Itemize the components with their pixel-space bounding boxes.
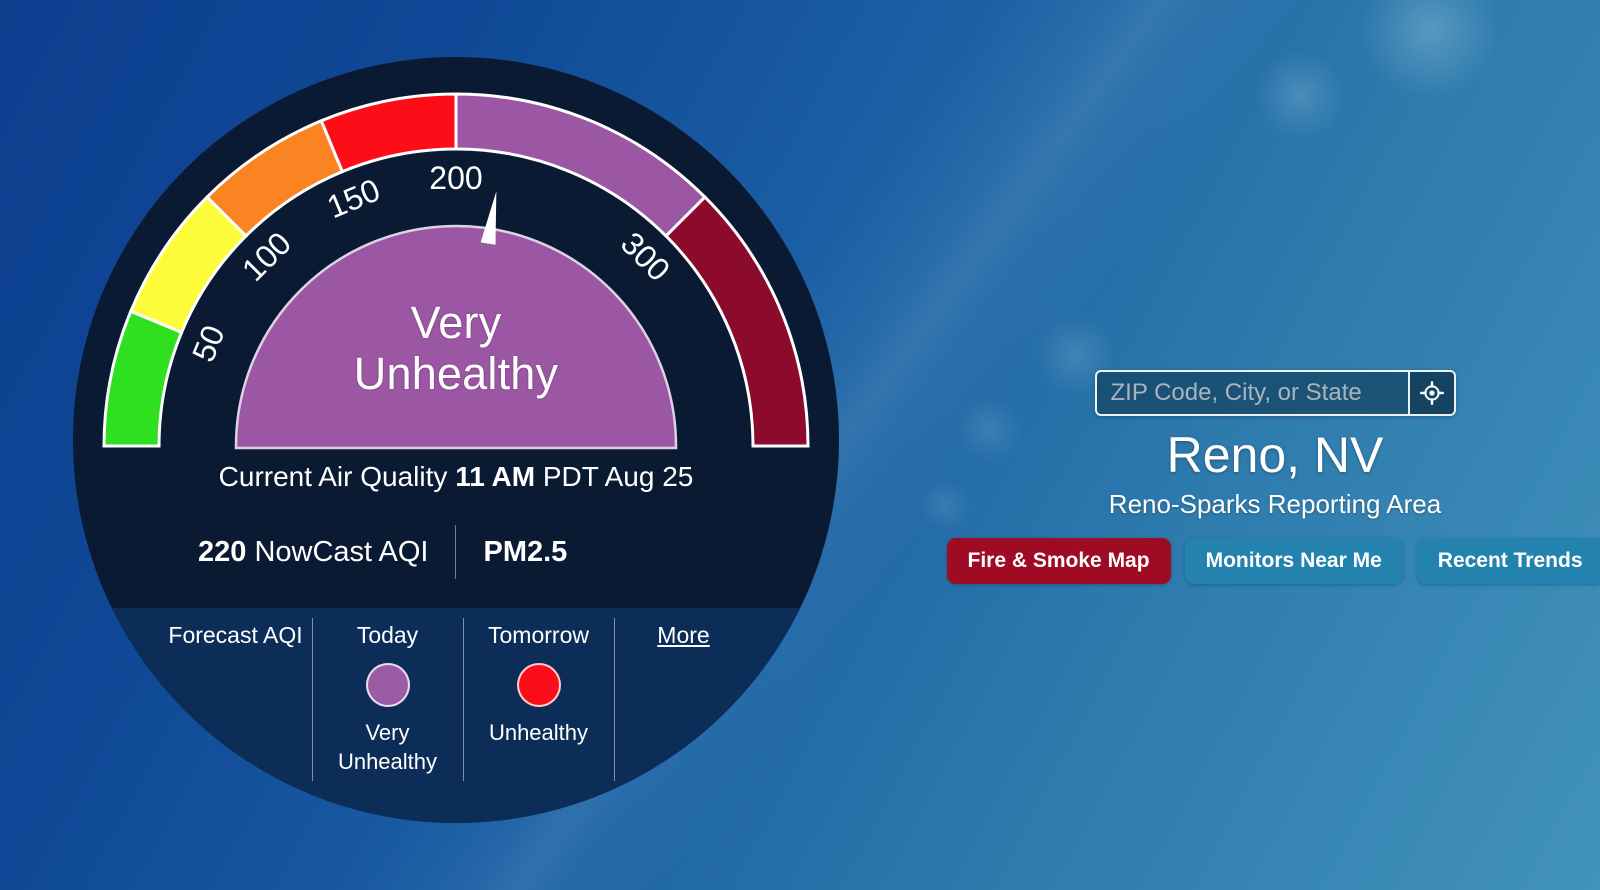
gauge-band-2 [204, 118, 345, 239]
city-name: Reno, NV [1166, 427, 1384, 483]
crosshair-target-icon [1419, 381, 1444, 405]
recent-trends-button[interactable]: Recent Trends [1416, 538, 1600, 584]
current-air-quality-line: Current Air Quality 11 AM PDT Aug 25 [73, 461, 839, 493]
forecast-heading-col: Forecast AQI [160, 608, 312, 649]
parameter-cell: PM2.5 [483, 535, 568, 568]
geolocate-button[interactable] [1407, 372, 1454, 414]
gauge-tick-label-150: 150 [322, 172, 385, 226]
current-time: 11 AM [455, 461, 536, 492]
nowcast-aqi-value: 220 [197, 535, 247, 568]
fire-and-smoke-map-button[interactable]: Fire & Smoke Map [946, 538, 1171, 584]
forecast-day-tomorrow[interactable]: Tomorrow Unhealthy [464, 608, 614, 747]
current-timezone-date: PDT Aug 25 [542, 461, 694, 492]
action-button-row: Fire & Smoke Map Monitors Near Me Recent… [946, 538, 1600, 584]
forecast-tomorrow-category: Unhealthy [488, 720, 589, 745]
forecast-today-label: Today [356, 622, 419, 648]
forecast-day-today[interactable]: Today Very Unhealthy [313, 608, 463, 776]
forecast-more-col: More [615, 608, 753, 649]
forecast-tomorrow-label: Tomorrow [488, 622, 589, 648]
nowcast-aqi-cell: 220 NowCast AQI [179, 536, 455, 569]
forecast-today-category-line2: Unhealthy [337, 749, 438, 774]
gauge-band-5 [663, 194, 810, 448]
nowcast-aqi-unit: NowCast AQI [254, 535, 429, 568]
forecast-more-link[interactable]: More [657, 622, 709, 649]
monitors-near-me-button[interactable]: Monitors Near Me [1184, 538, 1403, 584]
forecast-tomorrow-color-dot [516, 663, 561, 707]
gauge-tick-label-50: 50 [185, 320, 232, 367]
aqi-reading-row: 220 NowCast AQI PM2.5 [73, 525, 839, 579]
forecast-today-color-dot [365, 663, 410, 707]
gauge-needle [480, 191, 497, 245]
location-search-box [1094, 370, 1456, 416]
forecast-today-category-line1: Very [365, 720, 410, 745]
forecast-strip: Forecast AQI Today Very Unhealthy Tomorr… [73, 608, 839, 823]
reporting-area-name: Reno-Sparks Reporting Area [1108, 489, 1442, 519]
current-prefix: Current Air Quality [218, 461, 448, 492]
gauge-tick-label-200: 200 [429, 160, 482, 196]
location-panel: Reno, NV Reno-Sparks Reporting Area Fire… [946, 370, 1600, 584]
forecast-heading: Forecast AQI [168, 622, 303, 648]
search-input[interactable] [1096, 372, 1408, 414]
gauge-center-dome [234, 224, 678, 450]
forecast-today-category: Very Unhealthy [338, 718, 437, 776]
air-quality-gauge-widget: 50 100 150 200 300 Very Unhealthy Current Ai… [73, 57, 839, 823]
gauge-band-0 [102, 309, 184, 448]
search-row [950, 370, 1600, 416]
page-root: 50 100 150 200 300 Very Unhealthy Current Ai… [0, 0, 1600, 890]
